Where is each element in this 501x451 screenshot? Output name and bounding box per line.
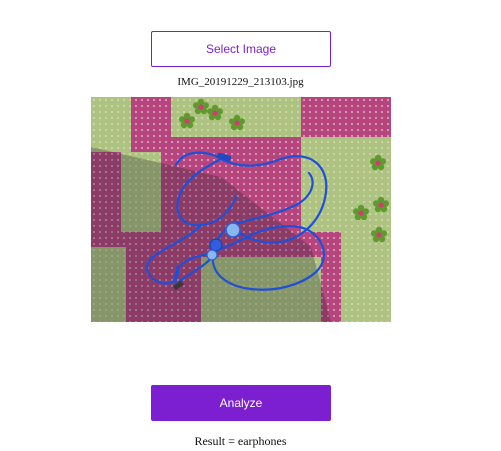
result-text: Result = earphones	[0, 434, 481, 449]
selected-file-name: IMG_20191229_213103.jpg	[177, 76, 304, 88]
result-value: earphones	[237, 434, 287, 448]
image-classifier-page: Select Image IMG_20191229_213103.jpg Ana…	[0, 0, 501, 451]
select-image-button[interactable]: Select Image	[151, 31, 331, 67]
result-prefix: Result =	[194, 434, 238, 448]
analyze-button[interactable]: Analyze	[151, 385, 331, 421]
image-preview	[91, 97, 391, 322]
